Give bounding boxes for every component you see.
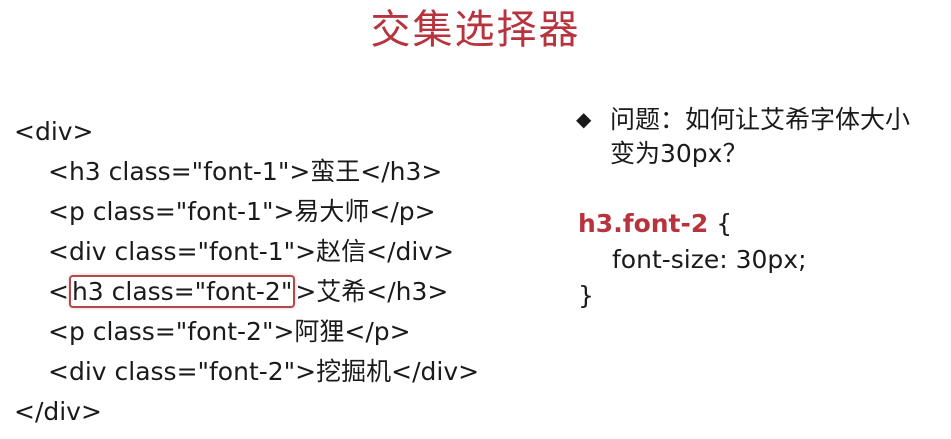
code-line-4: < h3 class="font-2" >艾希</h3> — [48, 275, 449, 308]
code-line-2: <p class="font-1">易大师</p> — [48, 197, 436, 226]
diamond-bullet-icon: ◆ — [576, 107, 592, 131]
question-line-2: 变为30px？ — [610, 139, 748, 168]
code-line-div-open: <div> — [14, 117, 94, 146]
slide-title: 交集选择器 — [370, 7, 581, 53]
code-line-5: <p class="font-2">阿狸</p> — [48, 317, 411, 346]
css-selector: h3.font-2 — [578, 209, 709, 238]
question-line-1: ◆ 问题：如何让艾希字体大小 — [576, 102, 946, 137]
code-line-3: <div class="font-1">赵信</div> — [48, 237, 455, 266]
css-rule-open: h3.font-2 { — [578, 209, 733, 238]
code-line-6: <div class="font-2">挖掘机</div> — [48, 357, 480, 386]
css-declaration: font-size: 30px; — [612, 245, 807, 274]
code-line-1: <h3 class="font-1">蛮王</h3> — [48, 157, 443, 186]
highlight-box: h3 class="font-2" — [68, 275, 296, 308]
css-code-block: h3.font-2 { font-size: 30px; } — [578, 206, 807, 314]
css-rule-close: } — [578, 281, 594, 310]
question-text: ◆ 问题：如何让艾希字体大小 变为30px？ — [576, 102, 946, 171]
code-line-div-close: </div> — [14, 397, 102, 426]
